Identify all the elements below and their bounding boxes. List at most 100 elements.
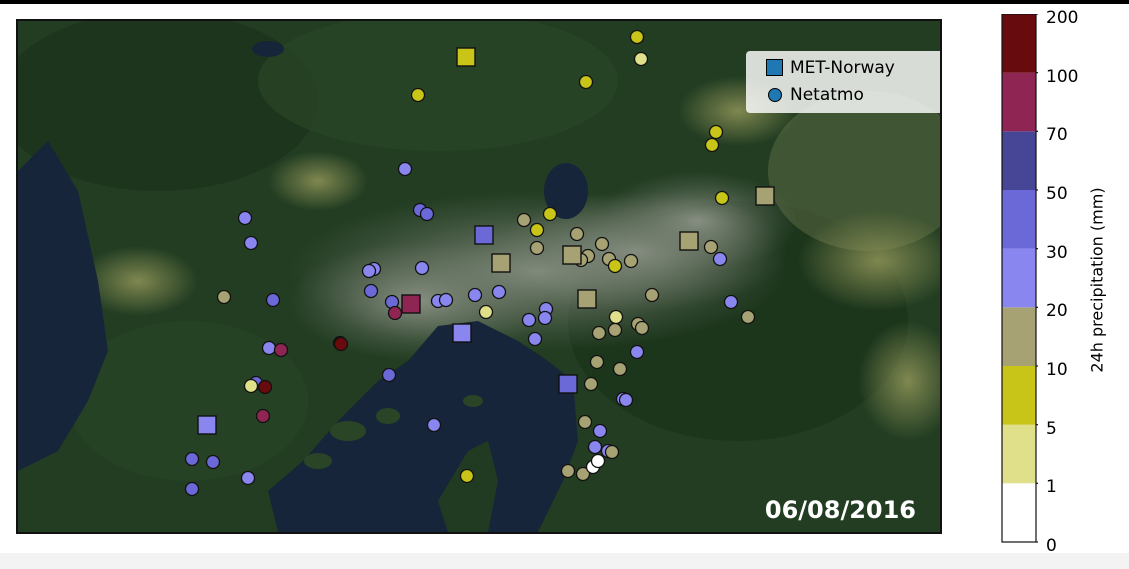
netatmo-station-marker xyxy=(592,423,608,439)
netatmo-station-marker xyxy=(712,251,728,267)
netatmo-station-marker xyxy=(587,439,603,455)
netatmo-station-marker xyxy=(243,235,259,251)
colorbar-tick-label: 30 xyxy=(1046,242,1068,263)
netatmo-station-marker xyxy=(644,287,660,303)
netatmo-station-marker xyxy=(591,325,607,341)
netatmo-station-marker xyxy=(459,468,475,484)
met-norway-station-marker xyxy=(679,231,699,251)
netatmo-station-marker xyxy=(604,444,620,460)
netatmo-station-marker xyxy=(478,304,494,320)
netatmo-station-marker xyxy=(708,124,724,140)
netatmo-station-marker xyxy=(634,320,650,336)
netatmo-station-marker xyxy=(184,481,200,497)
netatmo-station-marker xyxy=(363,283,379,299)
netatmo-station-marker xyxy=(397,161,413,177)
netatmo-station-marker xyxy=(410,87,426,103)
netatmo-station-marker xyxy=(426,417,442,433)
netatmo-station-marker xyxy=(527,331,543,347)
colorbar-segment xyxy=(1002,248,1036,308)
netatmo-station-marker xyxy=(255,408,271,424)
netatmo-station-marker xyxy=(537,310,553,326)
netatmo-station-marker xyxy=(608,309,624,325)
netatmo-station-marker xyxy=(594,236,610,252)
netatmo-station-marker xyxy=(438,292,454,308)
date-label: 06/08/2016 xyxy=(764,496,916,524)
colorbar-segment xyxy=(1002,424,1036,484)
legend-label: Netatmo xyxy=(790,85,864,105)
netatmo-station-marker xyxy=(560,463,576,479)
netatmo-station-marker xyxy=(467,287,483,303)
netatmo-station-marker xyxy=(529,240,545,256)
netatmo-station-marker xyxy=(607,258,623,274)
colorbar-tick-label: 100 xyxy=(1046,66,1079,87)
netatmo-station-marker xyxy=(633,51,649,67)
netatmo-station-marker xyxy=(205,454,221,470)
netatmo-station-marker xyxy=(237,210,253,226)
netatmo-station-marker xyxy=(590,453,606,469)
netatmo-station-marker xyxy=(607,322,623,338)
netatmo-station-marker xyxy=(361,263,377,279)
netatmo-station-marker xyxy=(261,340,277,356)
netatmo-station-marker xyxy=(577,414,593,430)
netatmo-station-marker xyxy=(542,206,558,222)
met-norway-station-marker xyxy=(558,374,578,394)
netatmo-station-marker xyxy=(184,451,200,467)
met-norway-station-marker xyxy=(562,245,582,265)
netatmo-station-marker xyxy=(578,74,594,90)
netatmo-station-marker xyxy=(419,206,435,222)
satellite-map[interactable]: MET-Norway Netatmo 06/08/2016 xyxy=(16,19,942,534)
met-norway-station-marker xyxy=(755,186,775,206)
netatmo-station-marker xyxy=(240,470,256,486)
figure: MET-Norway Netatmo 06/08/2016 0 1 5 10 20 30 5… xyxy=(0,4,1129,556)
colorbar-segment xyxy=(1002,307,1036,366)
netatmo-station-marker xyxy=(623,253,639,269)
netatmo-station-marker xyxy=(273,342,289,358)
netatmo-station-marker xyxy=(387,305,403,321)
netatmo-station-marker xyxy=(521,312,537,328)
colorbar-segment xyxy=(1002,190,1036,249)
colorbar-tick-label: 70 xyxy=(1046,125,1068,146)
legend-entry-met-norway: MET-Norway xyxy=(766,57,895,79)
netatmo-station-marker xyxy=(703,239,719,255)
netatmo-station-marker xyxy=(612,361,628,377)
netatmo-station-marker xyxy=(583,376,599,392)
netatmo-station-marker xyxy=(618,392,634,408)
netatmo-station-marker xyxy=(740,309,756,325)
legend-entry-netatmo: Netatmo xyxy=(766,84,864,106)
colorbar-tick-label: 200 xyxy=(1046,8,1079,28)
colorbar-tick-label: 20 xyxy=(1046,301,1068,322)
netatmo-station-marker xyxy=(381,367,397,383)
met-norway-station-marker xyxy=(491,253,511,273)
legend-label: MET-Norway xyxy=(790,58,895,78)
netatmo-station-marker xyxy=(629,344,645,360)
netatmo-station-marker xyxy=(265,292,281,308)
netatmo-station-marker xyxy=(243,378,259,394)
netatmo-station-marker xyxy=(257,379,273,395)
square-marker-icon xyxy=(766,59,783,76)
colorbar-tick-label: 50 xyxy=(1046,184,1068,204)
colorbar-segment xyxy=(1002,483,1036,542)
netatmo-station-marker xyxy=(491,284,507,300)
met-norway-station-marker xyxy=(474,225,494,245)
circle-marker-icon xyxy=(768,88,782,102)
netatmo-station-marker xyxy=(589,354,605,370)
netatmo-station-marker xyxy=(714,190,730,206)
colorbar-segment xyxy=(1002,14,1036,73)
colorbar-label: 24h precipitation (mm) xyxy=(1087,187,1107,373)
colorbar-segment xyxy=(1002,366,1036,425)
bottom-bar xyxy=(0,553,1129,569)
netatmo-station-marker xyxy=(216,289,232,305)
netatmo-station-marker xyxy=(629,29,645,45)
colorbar-segment xyxy=(1002,131,1036,190)
met-norway-station-marker xyxy=(197,415,217,435)
netatmo-station-marker xyxy=(516,212,532,228)
legend: MET-Norway Netatmo xyxy=(746,51,940,113)
netatmo-station-marker xyxy=(529,222,545,238)
netatmo-station-marker xyxy=(333,336,349,352)
met-norway-station-marker xyxy=(577,289,597,309)
netatmo-station-marker xyxy=(414,260,430,276)
colorbar-tick-label: 5 xyxy=(1046,418,1057,439)
netatmo-station-marker xyxy=(569,226,585,242)
colorbar-segment xyxy=(1002,72,1036,132)
met-norway-station-marker xyxy=(456,47,476,67)
